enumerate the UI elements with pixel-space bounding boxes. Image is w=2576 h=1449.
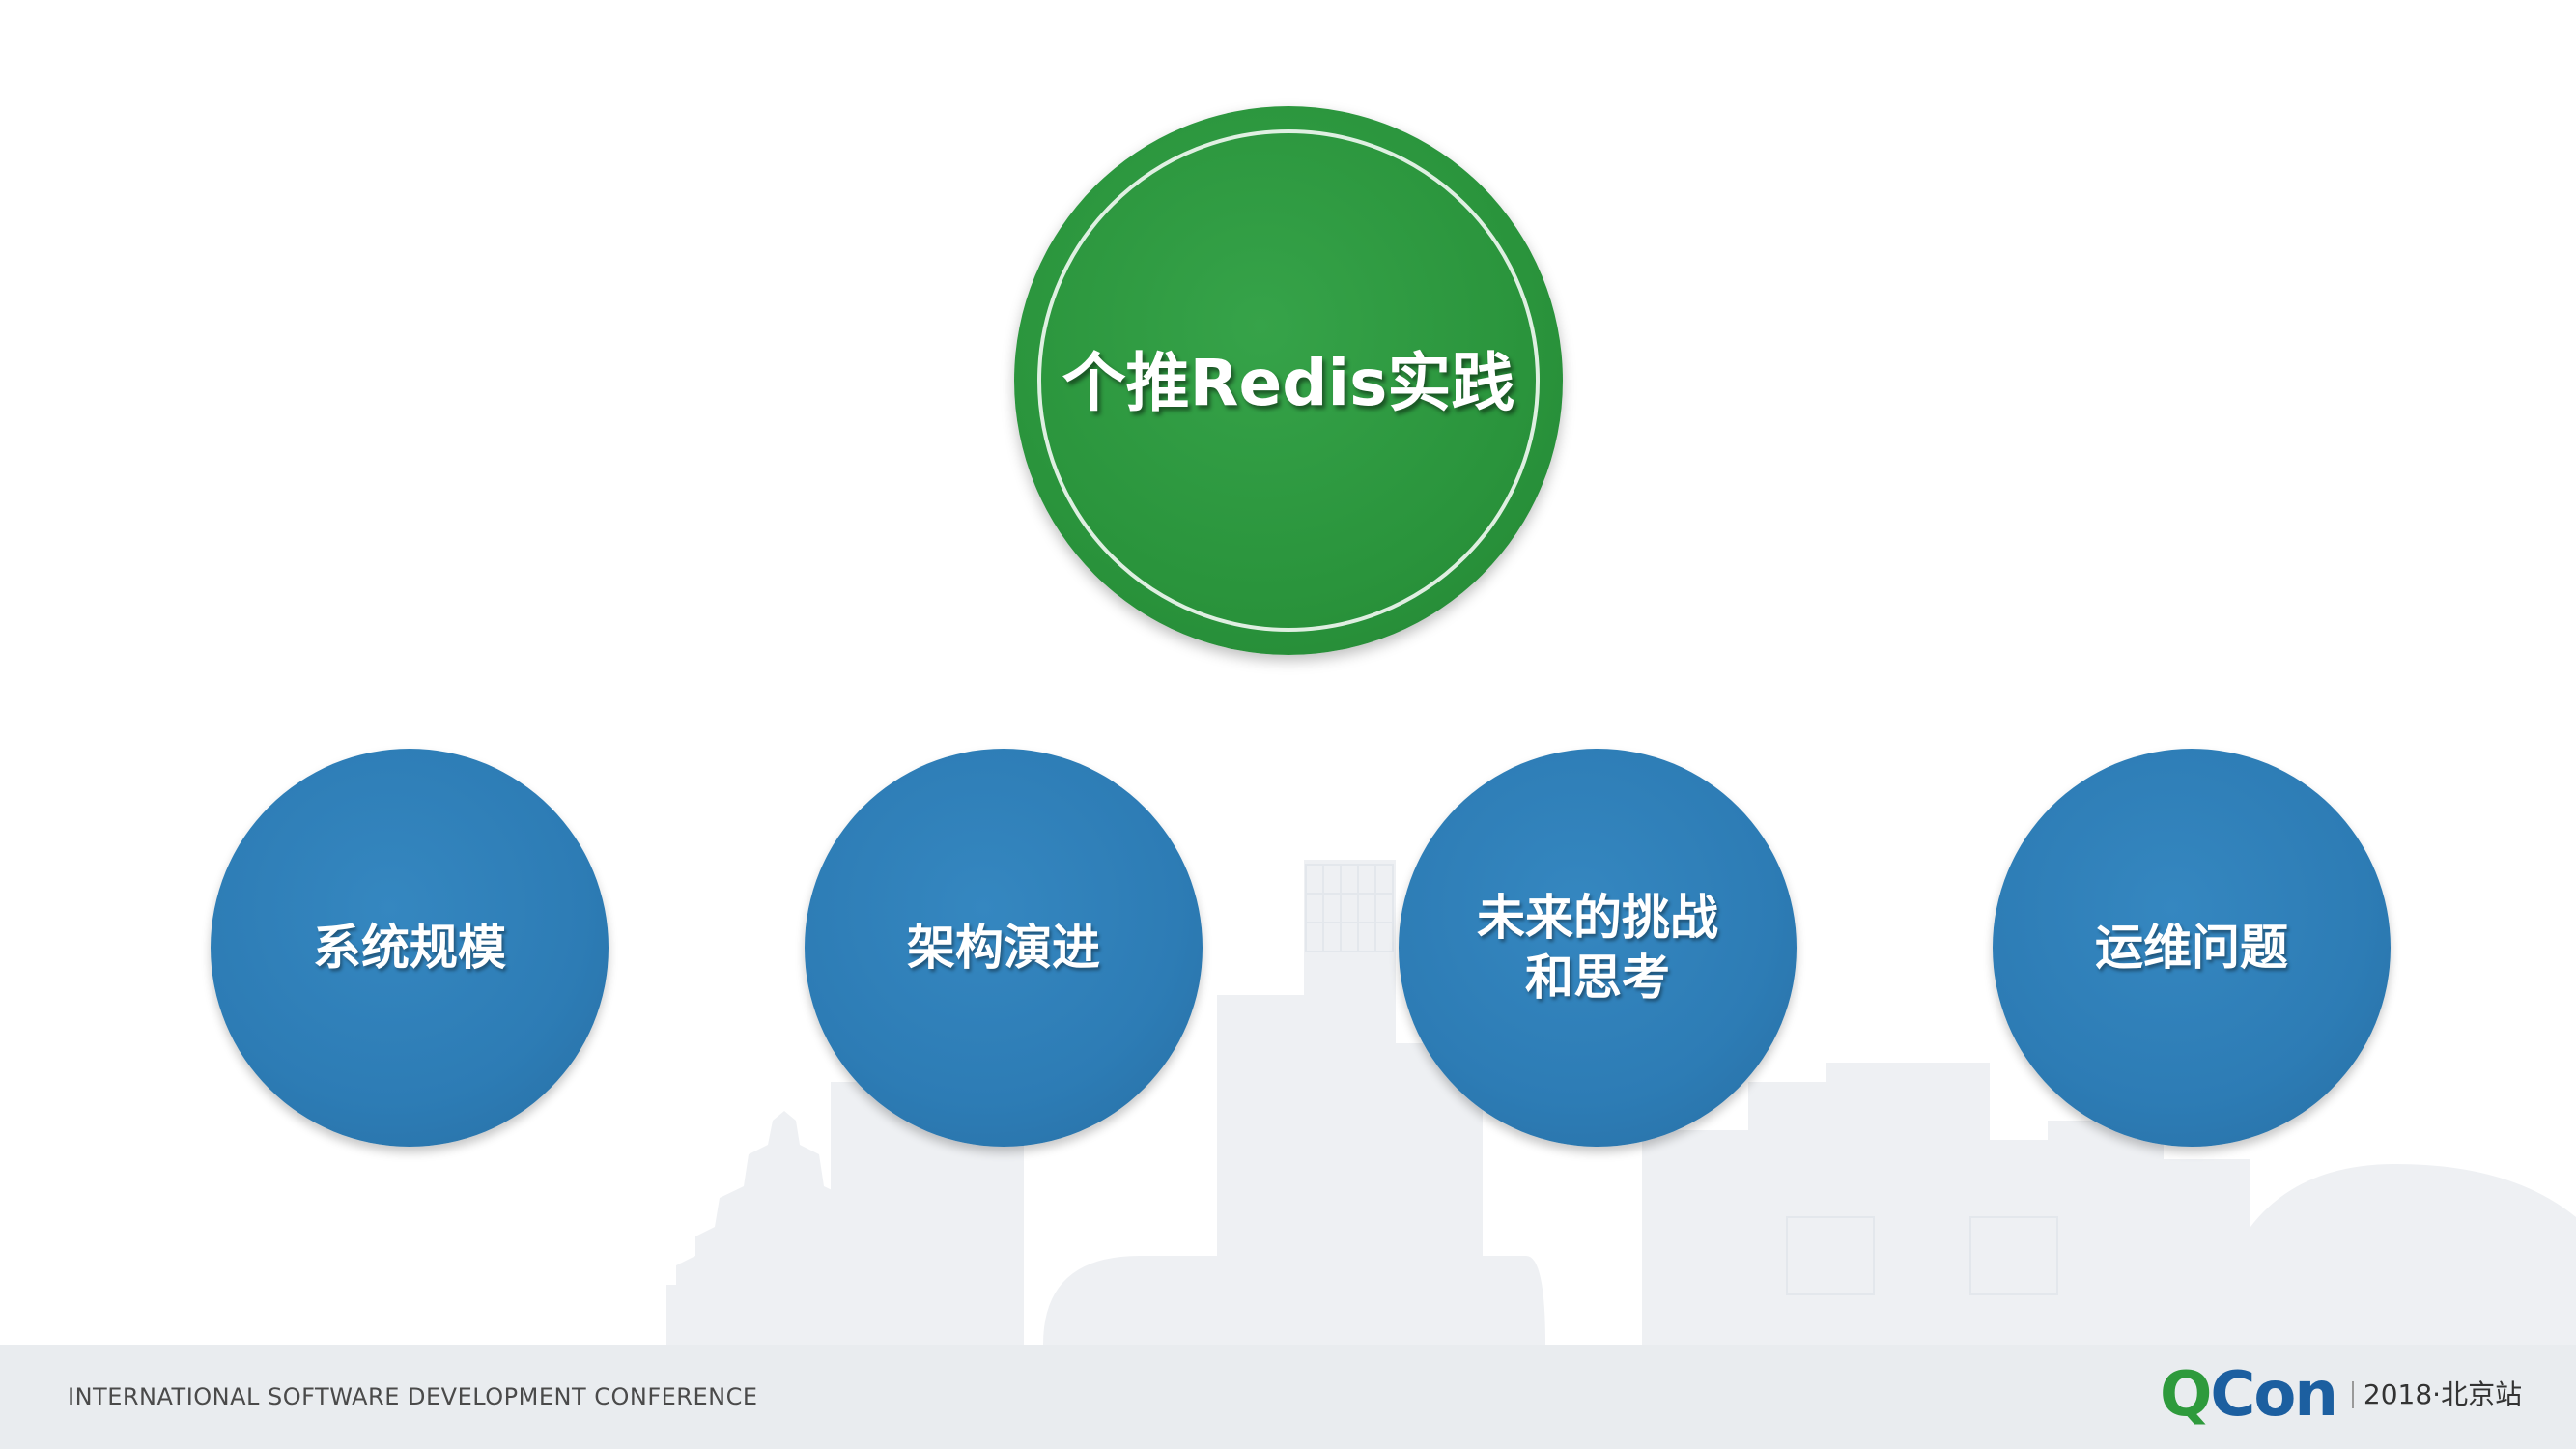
topic-circle-future-challenges: 未来的挑战 和思考 xyxy=(1399,749,1797,1147)
logo-con: Con xyxy=(2210,1359,2337,1431)
topic-circle-ops-issues: 运维问题 xyxy=(1993,749,2391,1147)
topic-label: 系统规模 xyxy=(313,920,506,976)
slide: 个推Redis实践 系统规模 架构演进 未来的挑战 和思考 运维问题 INTER… xyxy=(0,0,2576,1449)
logo-edition: 2018·北京站 xyxy=(2351,1381,2522,1408)
topic-label: 未来的挑战 和思考 xyxy=(1477,890,1718,1006)
slide-title: 个推Redis实践 xyxy=(1062,346,1515,420)
conference-name: INTERNATIONAL SOFTWARE DEVELOPMENT CONFE… xyxy=(68,1383,758,1410)
main-title-circle: 个推Redis实践 xyxy=(1014,106,1563,655)
qcon-logo: Q Con 2018·北京站 xyxy=(2160,1356,2522,1434)
logo-q: Q xyxy=(2160,1359,2212,1431)
topic-label: 架构演进 xyxy=(907,920,1100,976)
topic-circle-architecture-evolution: 架构演进 xyxy=(805,749,1203,1147)
topic-circle-system-scale: 系统规模 xyxy=(211,749,609,1147)
topic-label: 运维问题 xyxy=(2095,920,2288,976)
